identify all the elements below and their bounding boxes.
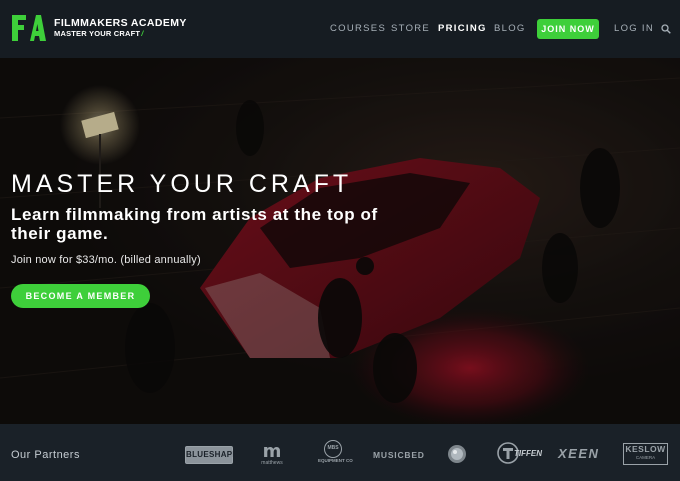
partner-logo-musicbed[interactable]: MUSICBED: [373, 450, 425, 460]
partner-logo-tiffen[interactable]: TIFFEN: [497, 442, 547, 466]
join-now-button[interactable]: JOIN NOW: [537, 19, 599, 39]
hero-price-text: Join now for $33/mo. (billed annually): [11, 254, 201, 266]
nav-blog-link[interactable]: BLOG: [494, 23, 526, 34]
partner-logo-mbs[interactable]: MBS EQUIPMENT CO: [318, 440, 353, 470]
partners-label: Our Partners: [11, 449, 80, 461]
hero-title: MASTER YOUR CRAFT: [11, 170, 353, 198]
partners-section: Our Partners BLUESHAPE m matthews MBS EQ…: [0, 424, 680, 481]
partner-logo-matthews[interactable]: m matthews: [253, 443, 291, 468]
brand-tagline: MASTER YOUR CRAFT/: [54, 29, 144, 38]
search-icon[interactable]: [661, 24, 671, 34]
logo-text[interactable]: FILMMAKERS ACADEMY MASTER YOUR CRAFT/: [54, 17, 187, 39]
hero-section: MASTER YOUR CRAFT Learn filmmaking from …: [0, 58, 680, 424]
nav-courses-link[interactable]: COURSES: [330, 23, 386, 34]
partner-logo-lens-icon[interactable]: [447, 444, 467, 464]
nav-store-link[interactable]: STORE: [391, 23, 430, 34]
become-member-button[interactable]: BECOME A MEMBER: [11, 284, 150, 308]
log-in-link[interactable]: LOG IN: [614, 23, 654, 34]
hero-subtitle: Learn filmmaking from artists at the top…: [11, 205, 378, 243]
nav-pricing-link[interactable]: PRICING: [438, 23, 487, 34]
brand-name: FILMMAKERS ACADEMY: [54, 17, 187, 29]
fa-logo-icon[interactable]: [10, 13, 46, 43]
partner-logo-xeen[interactable]: XEEN: [558, 446, 599, 461]
partner-logo-keslow[interactable]: KESLOW CAMERA: [623, 443, 668, 465]
top-nav: FILMMAKERS ACADEMY MASTER YOUR CRAFT/ CO…: [0, 0, 680, 58]
partner-logo-blueshape[interactable]: BLUESHAPE: [185, 446, 238, 464]
